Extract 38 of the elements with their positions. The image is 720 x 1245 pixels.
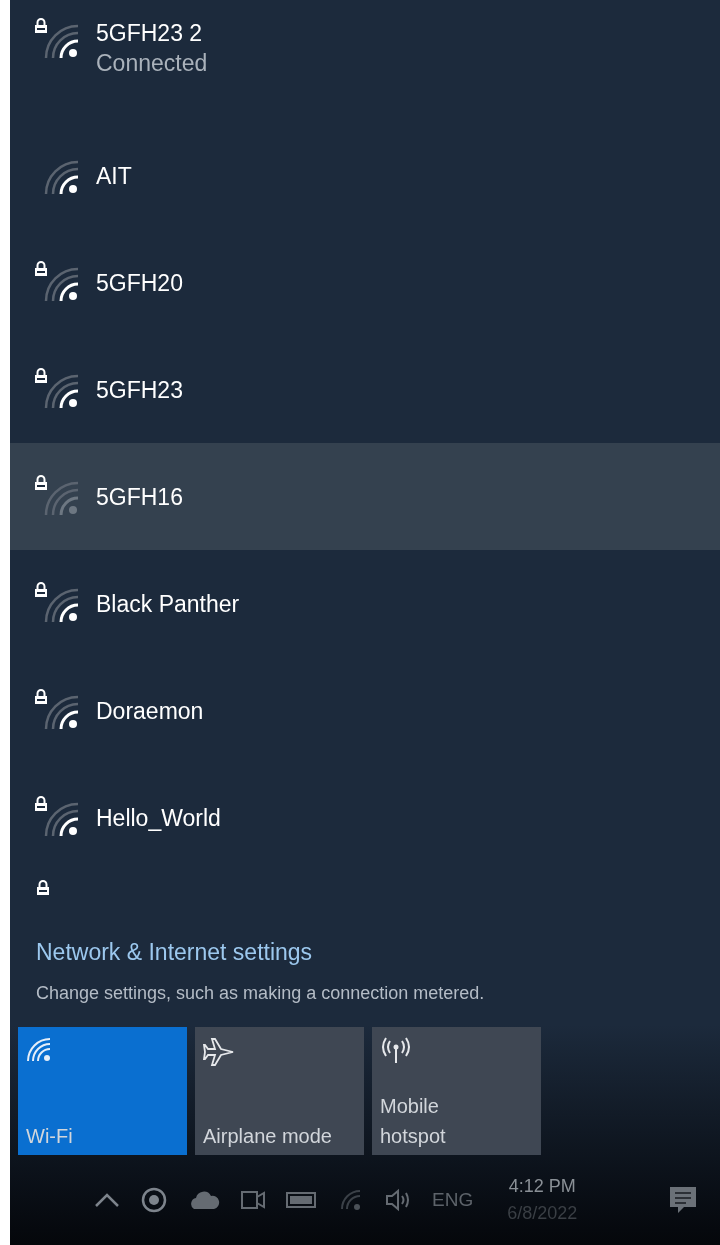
lock-icon: [34, 260, 48, 277]
notification-icon[interactable]: [668, 1185, 698, 1215]
lock-icon: [34, 581, 48, 598]
lock-icon: [34, 795, 48, 812]
connection-status: Connected: [96, 49, 208, 78]
network-item[interactable]: Hello_World: [10, 764, 720, 871]
settings-link[interactable]: Network & Internet settings: [36, 935, 313, 970]
lock-icon: [34, 688, 48, 705]
speaker-icon[interactable]: [384, 1188, 412, 1212]
network-name: Black Panther: [96, 589, 240, 619]
settings-description: Change settings, such as making a connection metered.: [36, 981, 486, 1005]
network-item[interactable]: 5GFH20: [10, 229, 720, 336]
network-item[interactable]: 5GFH23 2 Connected: [10, 0, 720, 122]
circle-icon[interactable]: [140, 1186, 168, 1214]
network-item[interactable]: 5GFH16: [10, 443, 720, 550]
chevron-up-icon[interactable]: [94, 1192, 120, 1208]
network-name: 5GFH23: [96, 375, 183, 405]
lock-icon: [36, 880, 50, 896]
network-name: 5GFH23 2: [96, 19, 204, 48]
network-item[interactable]: Doraemon: [10, 657, 720, 764]
airplane-icon: [203, 1037, 235, 1067]
hotspot-icon: [380, 1037, 412, 1065]
quick-action-tile[interactable]: Airplane mode: [195, 1027, 364, 1155]
lock-icon: [34, 474, 48, 491]
network-name: Hello_World: [96, 803, 221, 833]
network-item[interactable]: 5GFH23: [10, 336, 720, 443]
network-name: AIT: [96, 161, 132, 191]
lock-icon: [34, 367, 48, 384]
network-name: 5GFH16: [96, 482, 183, 512]
wifi-icon: [26, 1037, 52, 1063]
quick-action-tile[interactable]: Mobile hotspot: [372, 1027, 541, 1155]
network-name: 5GFH20: [96, 268, 183, 298]
battery-icon[interactable]: [286, 1191, 318, 1209]
clock-time: 4:12 PM: [508, 1175, 576, 1198]
network-item[interactable]: Black Panther: [10, 550, 720, 657]
lock-icon: [34, 18, 48, 34]
network-name: Doraemon: [96, 696, 204, 726]
network-item[interactable]: AIT: [10, 122, 720, 229]
